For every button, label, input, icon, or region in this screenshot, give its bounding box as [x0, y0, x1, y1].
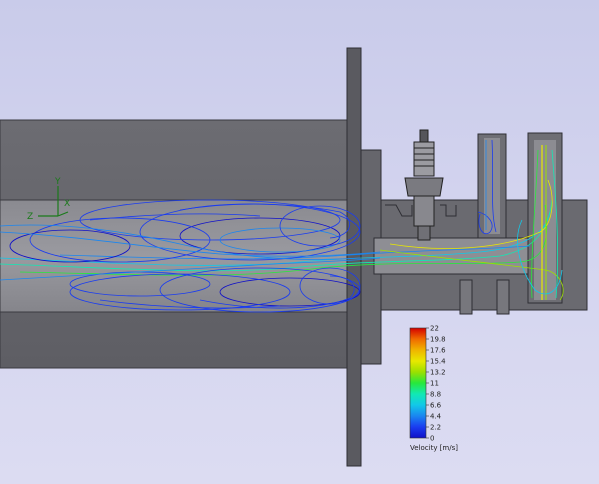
legend-tick-label: 17.6	[430, 347, 446, 355]
legend-tick-label: 4.4	[430, 413, 442, 421]
cfd-viewport[interactable]: Y Z X 22 19.8 17.6 15.4 13.2 11 8.8 6.6 4.4 2.2 0 …	[0, 0, 599, 484]
velocity-legend: 22 19.8 17.6 15.4 13.2 11 8.8 6.6 4.4 2.2 0 Veloci…	[409, 325, 458, 452]
triad-y-label: Y	[54, 177, 61, 187]
legend-tick-label: 0	[430, 435, 434, 443]
legend-tick-label: 6.6	[430, 402, 442, 410]
legend-tick-label: 11	[430, 380, 439, 388]
legend-tick-label: 8.8	[430, 391, 441, 399]
main-pipe	[0, 119, 349, 369]
legend-tick-label: 13.2	[430, 369, 446, 377]
legend-tick-label: 2.2	[430, 424, 441, 432]
burner-assembly	[373, 132, 588, 315]
legend-tick-label: 15.4	[430, 358, 446, 366]
legend-tick-label: 22	[430, 325, 439, 333]
triad-z-label: Z	[27, 212, 33, 222]
triad-x-label: X	[64, 199, 70, 209]
legend-title: Velocity [m/s]	[410, 444, 458, 452]
legend-tick-label: 19.8	[430, 336, 446, 344]
